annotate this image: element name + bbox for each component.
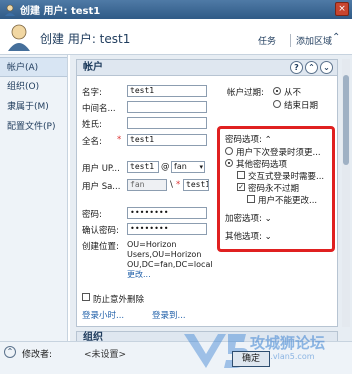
user-app-icon [5,4,15,16]
close-button[interactable]: × [335,2,349,16]
change-link[interactable]: 更改... [127,270,151,279]
end-of-label: 结束日期 [284,101,319,111]
red-highlight-box [217,126,335,252]
first-name-field[interactable]: test1 [127,85,207,97]
upn-domain-select[interactable]: fan ▾ [171,161,205,173]
upn-domain-value: fan [174,162,187,171]
backslash: \ [170,180,173,190]
dropdown-arrow-icon: ▾ [199,163,203,171]
tasks-menu[interactable]: 任务 [258,34,276,47]
account-panel: 帐户 ? ⌃ ⌄ 名字: test1 中间名... 姓氏: 全名: * test… [76,59,338,327]
sidebar-item-organization[interactable]: 组织(O) [0,77,67,97]
sidebar-item-profile[interactable]: 配置文件(P) [0,117,67,137]
last-name-field[interactable] [127,117,207,129]
protect-checkbox[interactable] [82,293,90,301]
sam-label: 用户 Sa... [82,182,121,192]
ok-button[interactable]: 确定 [232,351,270,367]
sam-domain-field: fan [127,179,167,191]
last-name-label: 姓氏: [82,120,102,130]
logon-to-link[interactable]: 登录到... [152,309,186,321]
upn-label: 用户 UP... [82,164,120,174]
logon-hours-link[interactable]: 登录小时... [82,309,124,321]
at-sign: @ [161,162,170,172]
collapse-icon[interactable]: ⌃ [305,61,318,74]
user-icon [8,24,30,51]
window-title: 创建 用户: test1 [20,6,101,17]
full-name-field[interactable]: test1 [127,134,207,146]
first-name-label: 名字: [82,88,102,98]
required-mark: * [117,135,122,145]
confirm-password-field[interactable]: •••••••• [127,223,207,235]
add-section-menu[interactable]: 添加区域 [290,34,332,47]
help-icon[interactable]: ? [290,61,303,74]
never-radio[interactable] [273,87,281,95]
chevron-up-icon[interactable]: ⌃ [332,32,340,43]
account-section-header: 帐户 ? ⌃ ⌄ [77,60,337,76]
main-content: 帐户 ? ⌃ ⌄ 名字: test1 中间名... 姓氏: 全名: * test… [70,55,352,343]
page-header: 创建 用户: test1 任务 添加区域 ⌃ [0,19,352,55]
confirm-password-label: 确认密码: [82,226,119,236]
full-name-label: 全名: [82,137,102,147]
end-of-radio[interactable] [273,100,281,108]
password-field[interactable]: •••••••• [127,207,207,219]
create-in-value: OU=Horizon Users,OU=Horizon OU,DC=fan,DC… [127,240,213,280]
scrollbar-thumb[interactable] [343,75,349,165]
title-bar: 创建 用户: test1 × [0,0,352,19]
expand-icon[interactable]: ⌃ [4,346,16,358]
sidebar-item-member-of[interactable]: 隶属于(M) [0,97,67,117]
upn-prefix-field[interactable]: test1 [127,161,159,173]
sidebar-item-account[interactable]: 帐户(A) [0,57,67,77]
middle-initial-field[interactable] [127,101,207,113]
sam-name-field[interactable]: test1 [183,179,209,191]
page-title: 创建 用户: test1 [40,32,131,46]
required-mark: * [176,180,181,190]
scrollbar[interactable] [342,59,350,327]
modified-by-value: <未设置> [84,350,127,360]
protect-label: 防止意外删除 [93,295,145,305]
modified-by-label: 修改者: [22,350,53,360]
watermark-text: 攻城狮论坛 [250,334,326,352]
password-label: 密码: [82,210,102,220]
expand-icon[interactable]: ⌄ [320,61,333,74]
footer: ⌃ 修改者: <未设置> 攻城狮论坛 bbs.vlan5.com 确定 [0,334,352,374]
middle-initial-label: 中间名... [82,104,116,114]
sidebar: 帐户(A) 组织(O) 隶属于(M) 配置文件(P) [0,55,68,341]
section-title: 帐户 [83,62,103,73]
expiration-label: 帐户过期: [227,88,264,98]
never-label: 从不 [284,88,302,98]
create-in-path: OU=Horizon Users,OU=Horizon OU,DC=fan,DC… [127,240,213,269]
create-in-label: 创建位置: [82,242,119,252]
